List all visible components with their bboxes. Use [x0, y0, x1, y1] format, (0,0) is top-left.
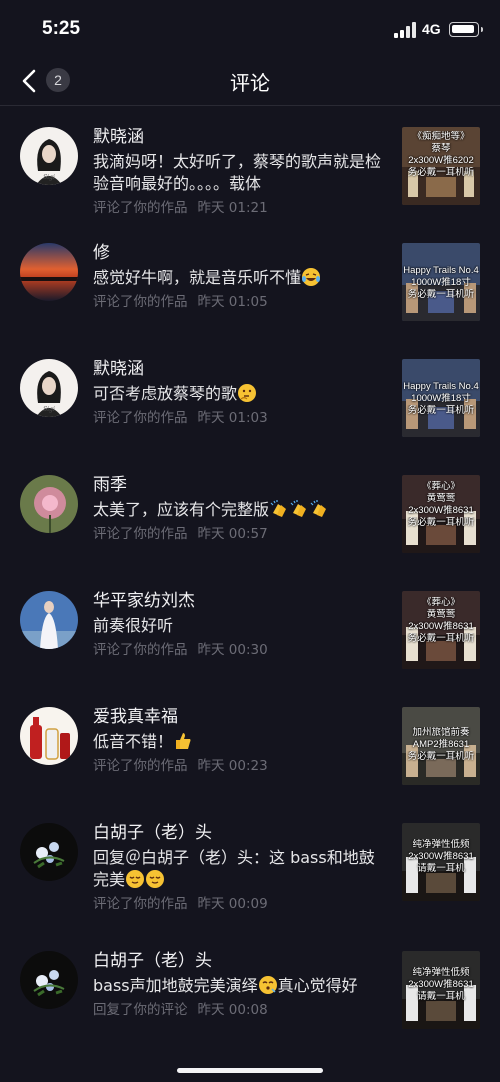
commenter-name[interactable]: 默晓涵: [93, 125, 389, 149]
thinking-emoji: [238, 384, 257, 402]
relieved-emoji: [146, 870, 165, 888]
svg-text:Sigi: Sigi: [43, 406, 55, 413]
comment-action: 回复了你的评论: [93, 1002, 188, 1018]
liquor-bottles-avatar[interactable]: [20, 707, 78, 765]
laughing-crying-emoji: [302, 268, 321, 286]
home-indicator[interactable]: [177, 1068, 323, 1073]
video-thumbnail[interactable]: 加州旅馆前奏 AMP2推8631 务必戴一耳机听: [402, 707, 480, 785]
commenter-name[interactable]: 爱我真幸福: [93, 705, 389, 729]
comment-meta: 评论了你的作品 昨天 01:03: [93, 409, 389, 427]
comment-text: bass声加地鼓完美演绎 真心觉得好: [93, 976, 358, 995]
video-thumbnail[interactable]: 《葬心》 黄莺莺 2x300W推8631 务必戴一耳机听: [402, 591, 480, 669]
network-type: 4G: [422, 21, 441, 37]
comment-item[interactable]: 修 感觉好牛啊，就是音乐听不懂 评论了你的作品 昨天 01:05 Happy Tr…: [0, 223, 500, 339]
comment-action: 评论了你的作品: [93, 896, 188, 912]
page-title: 评论: [230, 71, 270, 95]
commenter-name[interactable]: 白胡子（老）头: [93, 821, 389, 845]
thumbnail-caption: 纯净弹性低频 2x300W推8631 请戴一耳机: [408, 967, 474, 1002]
comment-list: Sigi 默晓涵 我滴妈呀！太好听了，蔡琴的歌声就是检验音响最好的。。。。载体 …: [0, 107, 500, 1059]
status-bar: 5:25 4G: [0, 0, 500, 58]
commenter-name[interactable]: 默晓涵: [93, 357, 389, 381]
commenter-name[interactable]: 华平家纺刘杰: [93, 589, 389, 613]
comment-item[interactable]: Sigi 默晓涵 我滴妈呀！太好听了，蔡琴的歌声就是检验音响最好的。。。。载体 …: [0, 107, 500, 223]
video-thumbnail[interactable]: Happy Trails No.4 1000W推18寸 务必戴一耳机听: [402, 359, 480, 437]
comment-item[interactable]: 白胡子（老）头 bass声加地鼓完美演绎 真心觉得好 回复了你的评论 昨天 00:0…: [0, 931, 500, 1059]
svg-text:Sigi: Sigi: [43, 174, 55, 181]
video-thumbnail[interactable]: 纯净弹性低频 2x300W推8631 请戴一耳机: [402, 951, 480, 1029]
signal-strength-icon: [394, 22, 416, 38]
woman-portrait-avatar[interactable]: Sigi: [20, 127, 78, 185]
comment-item[interactable]: Sigi 默晓涵 可否考虑放蔡琴的歌 评论了你的作品 昨天 01:03 Happy…: [0, 339, 500, 455]
kissing-emoji: [258, 976, 277, 994]
dark-flowers-avatar[interactable]: [20, 951, 78, 1009]
comment-time: 昨天 01:21: [197, 200, 268, 216]
comment-item[interactable]: 华平家纺刘杰 前奏很好听 评论了你的作品 昨天 00:30 《葬心》 黄莺莺 2x30…: [0, 571, 500, 687]
comment-text: 前奏很好听: [93, 616, 174, 635]
comment-item[interactable]: 雨季 太美了，应该有个完整版 评论了你的作品 昨天 00:57 《葬心》 黄莺莺 2x…: [0, 455, 500, 571]
woman-portrait-avatar[interactable]: Sigi: [20, 359, 78, 417]
clapping-emoji: [310, 500, 327, 517]
video-thumbnail[interactable]: Happy Trails No.4 1000W推18寸 务必戴一耳机听: [402, 243, 480, 321]
sunset-avatar[interactable]: [20, 243, 78, 301]
comment-text: 回复＠白胡子（老）头：这 bass和地鼓完美: [93, 848, 375, 889]
comment-meta: 回复了你的评论 昨天 00:08: [93, 1001, 389, 1019]
comment-action: 评论了你的作品: [93, 758, 188, 774]
thumbnail-caption: Happy Trails No.4 1000W推18寸 务必戴一耳机听: [403, 381, 479, 416]
bride-avatar[interactable]: [20, 591, 78, 649]
video-thumbnail[interactable]: 纯净弹性低频 2x300W推8631 请戴一耳机: [402, 823, 480, 901]
commenter-name[interactable]: 修: [93, 241, 389, 265]
thumbnail-caption: 加州旅馆前奏 AMP2推8631 务必戴一耳机听: [407, 727, 475, 762]
comment-time: 昨天 00:23: [197, 758, 268, 774]
comment-item[interactable]: 白胡子（老）头 回复＠白胡子（老）头：这 bass和地鼓完美 评论了你的作品 昨天…: [0, 803, 500, 931]
video-thumbnail[interactable]: 《痴痴地等》 蔡琴 2x300W推6202 务必戴一耳机听: [402, 127, 480, 205]
thumbnail-caption: 《葬心》 黄莺莺 2x300W推8631 务必戴一耳机听: [407, 597, 475, 644]
comment-meta: 评论了你的作品 昨天 01:21: [93, 199, 389, 217]
comment-text: 我滴妈呀！太好听了，蔡琴的歌声就是检验音响最好的。。。。载体: [93, 152, 382, 193]
thumbs-up-emoji: [176, 733, 191, 749]
dark-flowers-avatar[interactable]: [20, 823, 78, 881]
video-thumbnail[interactable]: 《葬心》 黄莺莺 2x300W推8631 务必戴一耳机听: [402, 475, 480, 553]
comment-text: 太美了，应该有个完整版: [93, 499, 389, 521]
comment-time: 昨天 01:03: [197, 410, 268, 426]
comment-item[interactable]: 爱我真幸福 低音不错！ 评论了你的作品 昨天 00:23 加州旅馆前奏 AMP2推8…: [0, 687, 500, 803]
commenter-name[interactable]: 雨季: [93, 473, 389, 497]
comment-time: 昨天 01:05: [197, 294, 268, 310]
thumbnail-caption: 《痴痴地等》 蔡琴 2x300W推6202 务必戴一耳机听: [407, 131, 475, 178]
comment-action: 评论了你的作品: [93, 200, 188, 216]
clapping-emoji: [290, 500, 307, 517]
comment-action: 评论了你的作品: [93, 294, 188, 310]
thumbnail-caption: Happy Trails No.4 1000W推18寸 务必戴一耳机听: [403, 265, 479, 300]
clapping-emoji: [270, 500, 287, 517]
comment-text: 可否考虑放蔡琴的歌: [93, 383, 389, 405]
comment-time: 昨天 00:08: [197, 1002, 268, 1018]
battery-icon: [449, 22, 483, 37]
thumbnail-caption: 《葬心》 黄莺莺 2x300W推8631 务必戴一耳机听: [407, 481, 475, 528]
comment-action: 评论了你的作品: [93, 642, 188, 658]
comment-text: 感觉好牛啊，就是音乐听不懂: [93, 267, 389, 289]
thumbnail-caption: 纯净弹性低频 2x300W推8631 请戴一耳机: [408, 839, 474, 874]
comment-time: 昨天 00:30: [197, 642, 268, 658]
comment-meta: 评论了你的作品 昨天 00:09: [93, 895, 389, 913]
status-time: 5:25: [42, 18, 81, 39]
comment-time: 昨天 00:57: [197, 526, 268, 542]
comment-time: 昨天 00:09: [197, 896, 268, 912]
comment-action: 评论了你的作品: [93, 410, 188, 426]
comment-text: 低音不错！: [93, 731, 389, 753]
pink-flower-avatar[interactable]: [20, 475, 78, 533]
comment-meta: 评论了你的作品 昨天 00:57: [93, 525, 389, 543]
comment-meta: 评论了你的作品 昨天 00:23: [93, 757, 389, 775]
nav-bar: 2 评论: [0, 58, 500, 106]
commenter-name[interactable]: 白胡子（老）头: [93, 949, 389, 973]
comment-meta: 评论了你的作品 昨天 01:05: [93, 293, 389, 311]
comment-meta: 评论了你的作品 昨天 00:30: [93, 641, 389, 659]
relieved-emoji: [126, 870, 145, 888]
comment-action: 评论了你的作品: [93, 526, 188, 542]
